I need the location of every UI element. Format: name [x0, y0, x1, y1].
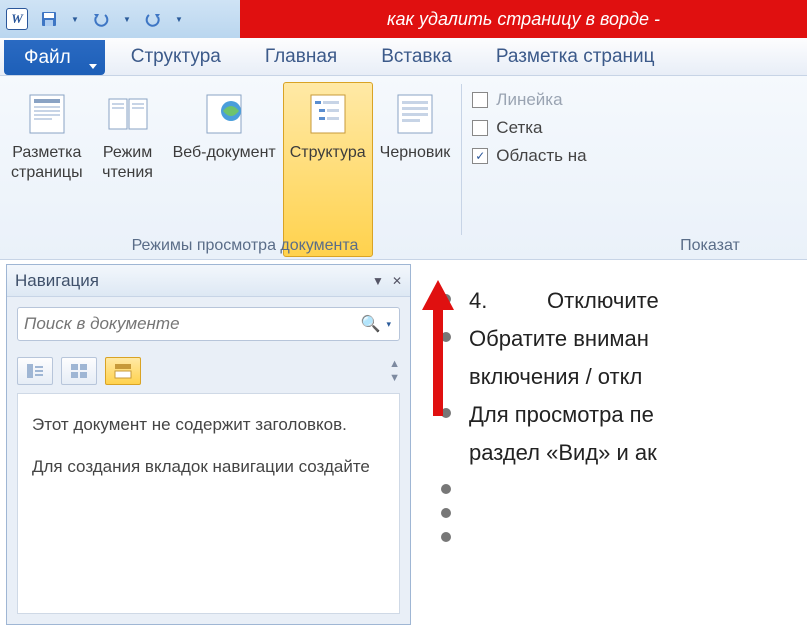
pages-icon: [70, 363, 88, 379]
ribbon-group-show-title: Показат: [620, 233, 800, 255]
qat-undo-button[interactable]: [88, 6, 114, 32]
view-outline-label: Структура: [290, 143, 366, 183]
doc-list-number: 4.: [469, 284, 529, 318]
ribbon-tabs: Файл Структура Главная Вставка Разметка …: [0, 38, 807, 76]
quick-access-toolbar: W ▼ ▼ ▼: [0, 0, 240, 38]
qat-redo-button[interactable]: [140, 6, 166, 32]
ribbon: Разметка страницы Режим чтения Веб-докум…: [0, 76, 807, 260]
bullet-icon: [441, 408, 451, 418]
headings-icon: [26, 363, 44, 379]
view-page-layout-label: Разметка страницы: [11, 143, 83, 183]
doc-text: Для просмотра пе: [469, 398, 654, 432]
tab-file[interactable]: Файл: [4, 40, 105, 75]
tab-insert[interactable]: Вставка: [359, 38, 474, 75]
check-ruler-label: Линейка: [496, 90, 562, 110]
nav-tab-results[interactable]: [105, 357, 141, 385]
check-ruler[interactable]: Линейка: [466, 86, 568, 114]
check-grid-label: Сетка: [496, 118, 542, 138]
qat-dropdown-icon[interactable]: ▼: [70, 15, 80, 24]
workspace: Навигация ▼ ✕ 🔍 ▾ ▲▼: [0, 260, 807, 625]
view-web-button[interactable]: Веб-документ: [166, 82, 283, 257]
navigation-search[interactable]: 🔍 ▾: [17, 307, 400, 341]
bullet-icon: [441, 532, 451, 542]
checkbox-icon: [472, 120, 488, 136]
page-layout-icon: [24, 91, 70, 137]
doc-line: [441, 498, 807, 518]
view-draft-label: Черновик: [380, 143, 451, 183]
check-navpane[interactable]: Область на: [466, 142, 592, 170]
bullet-icon: [441, 294, 451, 304]
draft-icon: [392, 91, 438, 137]
nav-tab-headings[interactable]: [17, 357, 53, 385]
qat-customize-dropdown-icon[interactable]: ▼: [174, 15, 184, 24]
title-bar: W ▼ ▼ ▼ как удалить страницу в ворде -: [0, 0, 807, 38]
navigation-body-text-1: Этот документ не содержит заголовков.: [32, 412, 385, 438]
save-icon: [40, 10, 58, 28]
results-icon: [114, 363, 132, 379]
tab-page-layout[interactable]: Разметка страниц: [474, 38, 677, 75]
undo-icon: [91, 10, 111, 28]
web-icon: [201, 91, 247, 137]
nav-scroll-arrows[interactable]: ▲▼: [389, 358, 400, 384]
doc-line: раздел «Вид» и ак: [441, 436, 807, 470]
bullet-icon: [441, 484, 451, 494]
doc-line: 4. Отключите: [441, 284, 807, 318]
navigation-body-text-2: Для создания вкладок навигации создайте: [32, 454, 385, 480]
doc-line: Обратите вниман: [441, 322, 807, 356]
navigation-pane-close-icon[interactable]: ✕: [392, 274, 402, 288]
navigation-search-input[interactable]: [24, 314, 357, 334]
checkbox-icon: [472, 148, 488, 164]
qat-save-button[interactable]: [36, 6, 62, 32]
doc-text: Отключите: [547, 284, 659, 318]
view-reading-button[interactable]: Режим чтения: [90, 82, 166, 257]
outline-icon: [305, 91, 351, 137]
view-outline-button[interactable]: Структура: [283, 82, 373, 257]
nav-tab-pages[interactable]: [61, 357, 97, 385]
view-page-layout-button[interactable]: Разметка страницы: [4, 82, 90, 257]
navigation-pane-menu-icon[interactable]: ▼: [372, 274, 384, 288]
tab-home[interactable]: Главная: [243, 38, 359, 75]
doc-line: [441, 522, 807, 542]
ribbon-group-views-title: Режимы просмотра документа: [0, 233, 490, 255]
doc-line: [441, 474, 807, 494]
word-app-icon[interactable]: W: [6, 8, 28, 30]
ribbon-group-show: Линейка Сетка Область на Показат: [462, 76, 596, 259]
doc-line: Для просмотра пе: [441, 398, 807, 432]
doc-line: включения / откл: [441, 360, 807, 394]
qat-undo-dropdown-icon[interactable]: ▼: [122, 15, 132, 24]
view-web-label: Веб-документ: [173, 143, 276, 183]
doc-text: включения / откл: [469, 360, 642, 394]
checkbox-icon: [472, 92, 488, 108]
redo-icon: [143, 10, 163, 28]
navigation-pane: Навигация ▼ ✕ 🔍 ▾ ▲▼: [6, 264, 411, 625]
navigation-pane-title: Навигация: [15, 271, 99, 291]
search-icon[interactable]: 🔍: [357, 314, 385, 334]
bullet-icon: [441, 332, 451, 342]
navigation-tabs: ▲▼: [7, 349, 410, 393]
tab-structure[interactable]: Структура: [109, 38, 243, 75]
doc-text: Обратите вниман: [469, 322, 649, 356]
bullet-icon: [441, 508, 451, 518]
document-area[interactable]: 4. Отключите Обратите вниман включения /…: [411, 260, 807, 625]
check-navpane-label: Область на: [496, 146, 586, 166]
navigation-pane-header: Навигация ▼ ✕: [7, 265, 410, 297]
check-grid[interactable]: Сетка: [466, 114, 548, 142]
search-dropdown-icon[interactable]: ▾: [384, 319, 393, 330]
doc-text: раздел «Вид» и ак: [469, 436, 657, 470]
navigation-body: Этот документ не содержит заголовков. Дл…: [17, 393, 400, 614]
ribbon-group-views: Разметка страницы Режим чтения Веб-докум…: [0, 76, 461, 259]
window-title: как удалить страницу в ворде -: [240, 0, 807, 38]
view-reading-label: Режим чтения: [102, 143, 153, 183]
reading-icon: [105, 91, 151, 137]
view-draft-button[interactable]: Черновик: [373, 82, 458, 257]
